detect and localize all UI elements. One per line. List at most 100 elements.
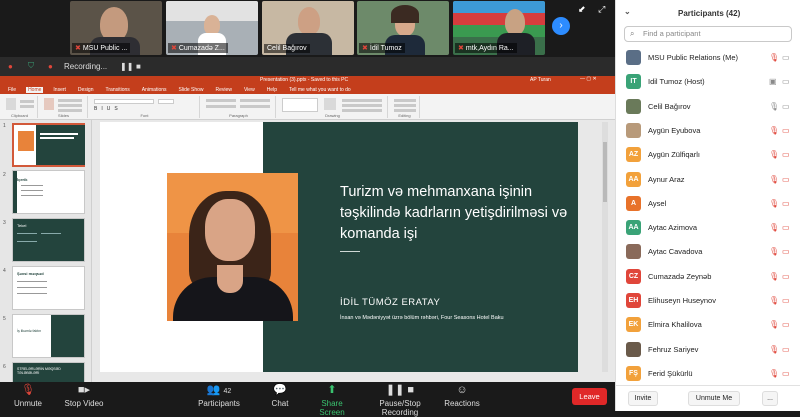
unmute-button[interactable]: 🎙 Unmute [10, 384, 46, 408]
participant-row[interactable]: IT Idil Tumoz (Host) ▣ ▭ [616, 70, 800, 94]
mic-icon: 🎙 [769, 53, 780, 62]
view-controls: ⬋ ⤢ [578, 4, 605, 15]
mic-muted-icon: 🎙 [769, 344, 780, 354]
fullscreen-icon[interactable]: ⤢ [598, 4, 605, 14]
current-slide[interactable]: Turizm və mehmanxana işinin təşkilində k… [100, 122, 578, 372]
ribbon-group-clipboard[interactable]: Clipboard [2, 96, 38, 118]
video-icon: ▭ [782, 53, 790, 62]
video-tile-cumazade[interactable]: ✖ Cumazadə Z... [166, 1, 258, 55]
participant-name: Elmira Khalilova [648, 320, 702, 330]
participant-row[interactable]: Celil Bağırov 🎙 ▭ [616, 95, 800, 119]
stop-recording-icon[interactable]: ■ [136, 62, 141, 71]
recording-label: Recording... [64, 62, 108, 71]
tab-animations[interactable]: Animations [140, 87, 169, 93]
tab-slideshow[interactable]: Slide Show [177, 87, 206, 93]
video-off-icon: ▭ [782, 223, 790, 233]
pause-stop-recording-button[interactable]: ❚❚ ■ Pause/Stop Recording [362, 384, 438, 417]
video-strip: ✖ MSU Public ... ✖ Cumazadə Z... Celil Bağ… [0, 0, 615, 57]
ribbon-group-editing[interactable]: Editing [390, 96, 420, 118]
participant-row[interactable]: A Aysel 🎙 ▭ [616, 192, 800, 216]
zoom-window: ✖ MSU Public ... ✖ Cumazadə Z... Celil Bağ… [0, 0, 800, 417]
avatar [626, 122, 641, 138]
video-icon: ▭ [782, 101, 790, 111]
video-off-icon: ▭ [782, 296, 790, 305]
avatar: AZ [626, 147, 641, 163]
participant-name: Cumazadə Zeynəb [648, 271, 712, 281]
participant-row[interactable]: CZ Cumazadə Zeynəb 🎙 ▭ [616, 265, 800, 289]
video-camera-icon: ■▸ [77, 384, 91, 396]
unmute-me-button[interactable]: Unmute Me [688, 391, 740, 406]
mic-muted-icon: 🎙 [769, 296, 780, 305]
stop-video-button[interactable]: ■▸ Stop Video [62, 384, 106, 408]
ribbon-group-slides[interactable]: Slides [40, 96, 88, 118]
ppt-menu-tabs: File Home Insert Design Transitions Anim… [0, 85, 615, 94]
chat-button[interactable]: 💬 Chat [266, 384, 294, 408]
participant-row[interactable]: AA Aynur Araz 🎙 ▭ [616, 168, 800, 192]
video-icon: ▭ [782, 77, 790, 87]
participant-row[interactable]: AA Aytac Azimova 🎙 ▭ [616, 216, 800, 240]
participant-name: Aygün Zülfiqarlı [648, 150, 700, 160]
slide-thumb-5[interactable]: İş ilkəmlə faktın [12, 314, 85, 358]
pause-recording-icon[interactable]: ❚❚ [120, 62, 133, 71]
participant-name: Aysel [648, 198, 667, 208]
slide-thumbnails: 1 2 İçerik 3 Tekel 4 Şəxsi məqsəd 5 İş i… [0, 120, 92, 382]
speaker-photo [167, 173, 298, 321]
tab-help[interactable]: Help [265, 87, 279, 93]
tab-view[interactable]: View [242, 87, 257, 93]
slide-thumb-3[interactable]: Tekel [12, 218, 85, 262]
leave-button[interactable]: Leave [572, 388, 607, 405]
participant-search-input[interactable]: ⌕ Find a participant [624, 26, 792, 42]
participant-name: Aytac Azimova [648, 223, 698, 233]
tab-insert[interactable]: Insert [51, 87, 68, 93]
slide-divider [340, 251, 360, 252]
video-tile-aydin[interactable]: ✖ mtk,Aydın Ra... [453, 1, 545, 55]
participant-row[interactable]: EK Elmira Khalilova 🎙 ▭ [616, 313, 800, 337]
participant-name: Aytac Cavadova [648, 247, 703, 257]
meeting-toolbar: 🎙 Unmute ■▸ Stop Video 👥 42 Participants… [0, 382, 615, 417]
participant-row[interactable]: FŞ Ferid Şükürlü 🎙 ▭ [616, 362, 800, 386]
ribbon-group-drawing[interactable]: Drawing [278, 96, 388, 118]
reactions-button[interactable]: ☺ Reactions [444, 384, 480, 408]
ppt-user: AP Turan [530, 77, 551, 83]
avatar [626, 98, 641, 114]
participant-row[interactable]: EH Elihuseyn Huseynov 🎙 ▭ [616, 289, 800, 313]
participant-row[interactable]: Fehruz Sariyev 🎙 ▭ [616, 338, 800, 362]
mic-icon: 🎙 [769, 101, 780, 111]
video-tile-celil[interactable]: Celil Bağırov [262, 1, 354, 55]
ribbon-group-paragraph[interactable]: Paragraph [202, 96, 276, 118]
window-controls-icon[interactable]: — ▢ ✕ [580, 76, 597, 82]
video-tile-idil[interactable]: ✖ İdil Tumoz [357, 1, 449, 55]
tell-me-search[interactable]: Tell me what you want to do [287, 87, 353, 93]
speaker-role: İnsan və Mədəniyyət üzrə bölüm rəhbəri, … [340, 315, 504, 321]
chevron-down-icon[interactable]: ⌄ [624, 7, 631, 16]
tab-home[interactable]: Home [26, 86, 44, 93]
slide-thumb-4[interactable]: Şəxsi məqsəd [12, 266, 85, 310]
mic-muted-icon: 🎙 [769, 247, 780, 257]
avatar: AA [626, 171, 641, 187]
mic-muted-icon: 🎙 [769, 271, 780, 281]
share-screen-button[interactable]: ⬆ Share Screen [308, 384, 356, 417]
slide-scrollbar[interactable] [602, 122, 608, 372]
participant-row[interactable]: AZ Aygün Zülfiqarlı 🎙 ▭ [616, 143, 800, 167]
tab-file[interactable]: File [6, 87, 18, 93]
slide-thumb-2[interactable]: İçerik [12, 170, 85, 214]
participant-row[interactable]: Aytac Cavadova 🎙 ▭ [616, 240, 800, 264]
more-button[interactable]: ... [762, 391, 778, 406]
video-tile-msu[interactable]: ✖ MSU Public ... [70, 1, 162, 55]
tab-design[interactable]: Design [76, 87, 96, 93]
ribbon-group-font[interactable]: BIUS Font [90, 96, 200, 118]
participant-row[interactable]: Aygün Eyubova 🎙 ▭ [616, 119, 800, 143]
tab-transitions[interactable]: Transitions [104, 87, 132, 93]
video-tile-name: ✖ Cumazadə Z... [168, 43, 228, 53]
avatar: IT [626, 74, 641, 90]
slide-thumb-6[interactable]: STRELƏRLƏRİN MƏQSƏD TƏLƏBƏLƏRİ [12, 362, 85, 382]
participant-row[interactable]: MSU Public Relations (Me) 🎙 ▭ [616, 46, 800, 70]
pause-stop-icon: ❚❚ ■ [385, 384, 415, 396]
participants-button[interactable]: 👥 42 Participants [196, 384, 242, 408]
minimize-icon[interactable]: ⬋ [578, 4, 586, 14]
invite-button[interactable]: Invite [628, 391, 658, 406]
tab-review[interactable]: Review [214, 87, 234, 93]
participant-name: Aygün Eyubova [648, 125, 701, 135]
slide-thumb-1[interactable] [12, 123, 85, 167]
next-videos-button[interactable]: › [552, 17, 570, 35]
